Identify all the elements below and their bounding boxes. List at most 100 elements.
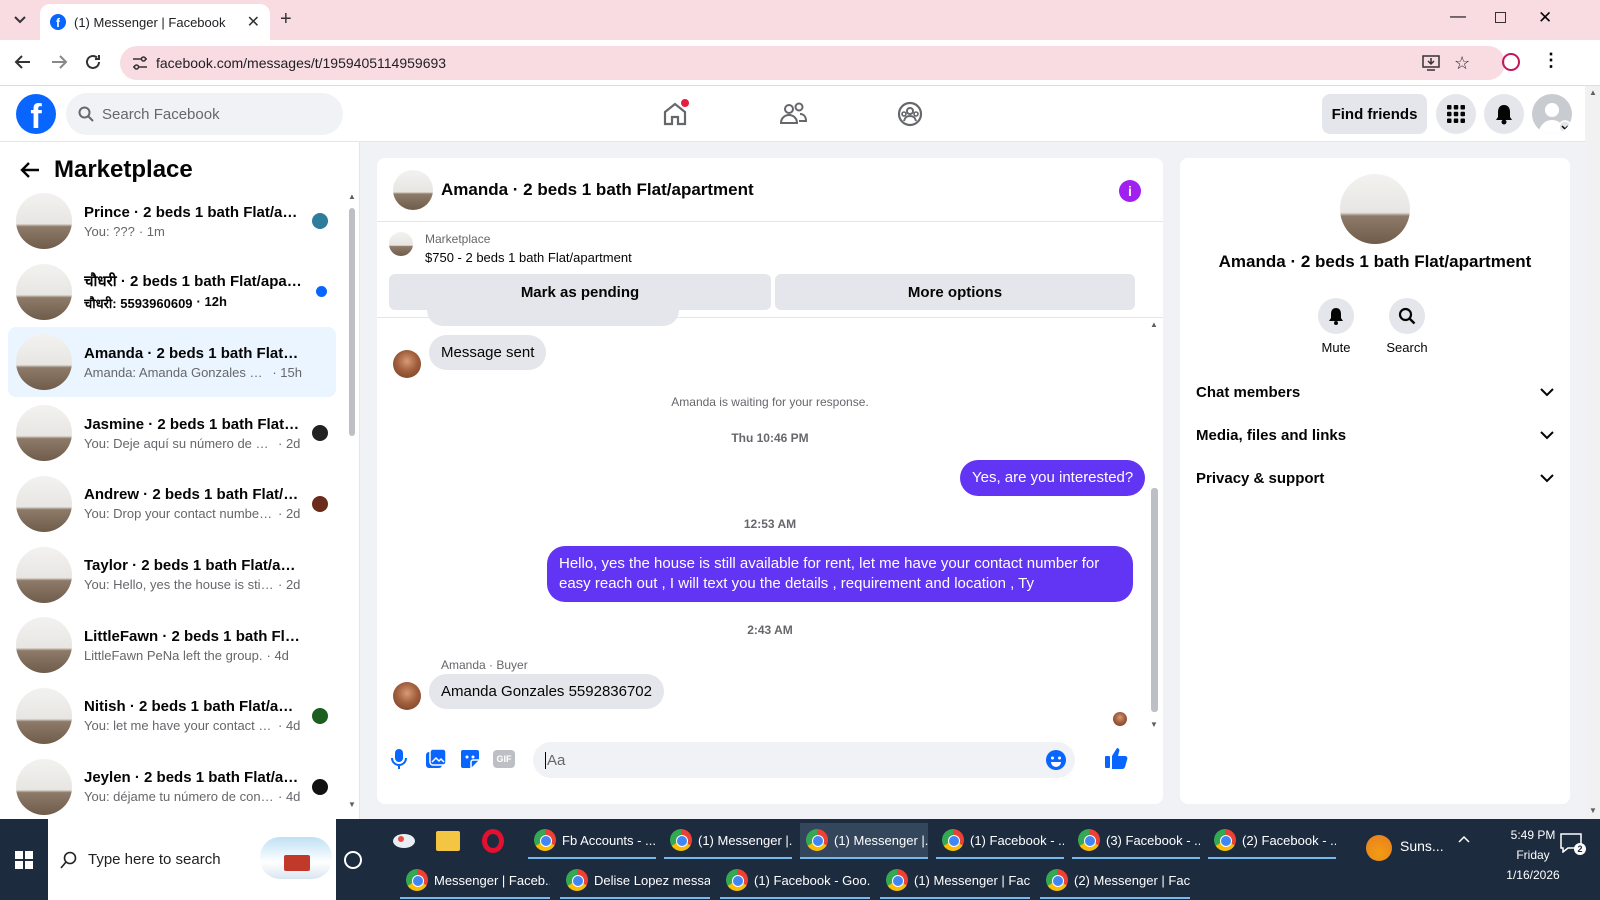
notification-center-icon[interactable]: 2 bbox=[1560, 833, 1586, 855]
conversation-info-icon[interactable]: i bbox=[1119, 180, 1141, 202]
taskbar-app-button[interactable]: (1) Messenger |... bbox=[664, 823, 792, 859]
taskbar-app-button[interactable]: Delise Lopez messa... bbox=[560, 863, 710, 899]
groups-icon[interactable] bbox=[892, 96, 928, 132]
chat-members-section[interactable]: Chat members bbox=[1196, 372, 1554, 412]
chrome-icon bbox=[726, 869, 748, 891]
home-icon[interactable] bbox=[657, 96, 693, 132]
reload-icon[interactable] bbox=[84, 53, 102, 71]
conversation-item[interactable]: Prince · 2 beds 1 bath Flat/apa... You: ?… bbox=[8, 186, 336, 256]
microphone-icon[interactable] bbox=[391, 748, 407, 770]
profile-icon[interactable] bbox=[1502, 53, 1520, 71]
windows-start-icon[interactable] bbox=[15, 851, 33, 869]
chevron-down-icon bbox=[1540, 473, 1554, 482]
taskbar-app-button[interactable]: (1) Messenger |... bbox=[800, 823, 928, 859]
thumbs-up-icon[interactable] bbox=[1104, 746, 1128, 770]
menu-grid-icon[interactable] bbox=[1436, 94, 1476, 134]
weather-text[interactable]: Suns... bbox=[1400, 838, 1444, 854]
conversation-item[interactable]: चौधरी · 2 beds 1 bath Flat/apar... चौधरी:… bbox=[8, 257, 336, 327]
find-friends-button[interactable]: Find friends bbox=[1322, 94, 1427, 134]
listing-small-thumbnail[interactable] bbox=[389, 232, 413, 256]
conversation-item[interactable]: Jeylen · 2 beds 1 bath Flat/apa... You: d… bbox=[8, 752, 336, 819]
bookmark-star-icon[interactable]: ☆ bbox=[1454, 53, 1470, 74]
conversation-time: · 12h bbox=[196, 294, 227, 310]
file-explorer-icon[interactable] bbox=[436, 831, 460, 851]
back-arrow-icon[interactable] bbox=[20, 161, 40, 179]
amanda-avatar[interactable] bbox=[393, 682, 421, 710]
weather-sun-icon[interactable] bbox=[1366, 835, 1392, 861]
mute-button[interactable]: Mute bbox=[1306, 298, 1366, 355]
emoji-icon[interactable] bbox=[1045, 749, 1067, 771]
tab-search-chevron-icon[interactable] bbox=[10, 10, 30, 30]
app-pinned-icon[interactable] bbox=[392, 831, 416, 851]
received-message[interactable]: Message sent bbox=[429, 335, 547, 370]
taskbar-search-input[interactable]: Type here to search bbox=[48, 819, 336, 900]
listing-title[interactable]: $750 - 2 beds 1 bath Flat/apartment bbox=[425, 250, 632, 265]
taskbar-app-button[interactable]: (2) Facebook - ... bbox=[1208, 823, 1336, 859]
taskbar-app-label: Fb Accounts - ... bbox=[562, 832, 656, 848]
more-options-button[interactable]: More options bbox=[775, 274, 1135, 310]
tab-close-icon[interactable]: ✕ bbox=[247, 12, 260, 32]
chat-header: Amanda · 2 beds 1 bath Flat/apartment bbox=[377, 158, 1163, 222]
site-settings-icon[interactable] bbox=[132, 56, 148, 70]
forward-arrow-icon[interactable] bbox=[50, 53, 68, 71]
minimize-window-icon[interactable]: — bbox=[1450, 8, 1466, 26]
taskbar-clock[interactable]: 5:49 PM Friday 1/16/2026 bbox=[1498, 825, 1568, 885]
mark-as-pending-button[interactable]: Mark as pending bbox=[389, 274, 771, 310]
conversation-text: Jeylen · 2 beds 1 bath Flat/apa... You: d… bbox=[84, 769, 302, 804]
taskbar-app-button[interactable]: (1) Messenger | Fac... bbox=[880, 863, 1030, 899]
amanda-avatar[interactable] bbox=[393, 350, 421, 378]
page-scrollbar[interactable]: ▲ ▼ bbox=[1587, 86, 1600, 819]
message-input[interactable]: Aa bbox=[533, 742, 1075, 778]
taskbar-app-button[interactable]: Messenger | Faceb... bbox=[400, 863, 550, 899]
sticker-icon[interactable] bbox=[459, 748, 481, 770]
chat-title[interactable]: Amanda · 2 beds 1 bath Flat/apartment bbox=[441, 180, 754, 200]
opera-icon[interactable] bbox=[482, 829, 504, 853]
conversation-preview: You: let me have your contact n... bbox=[84, 718, 274, 734]
notifications-bell-icon[interactable] bbox=[1484, 94, 1524, 134]
conversation-item[interactable]: Nitish · 2 beds 1 bath Flat/apa... You: l… bbox=[8, 681, 336, 751]
new-tab-plus-icon[interactable]: + bbox=[280, 8, 292, 31]
facebook-search-input[interactable]: Search Facebook bbox=[66, 93, 343, 135]
sent-message[interactable]: Hello, yes the house is still available … bbox=[547, 546, 1133, 602]
conversation-name: Andrew · 2 beds 1 bath Flat/a... bbox=[84, 486, 302, 504]
cortana-icon[interactable] bbox=[344, 851, 362, 869]
restore-window-icon[interactable] bbox=[1495, 12, 1506, 23]
conversation-item[interactable]: LittleFawn · 2 beds 1 bath Flat/a... Litt… bbox=[8, 610, 336, 680]
taskbar-app-label: (1) Facebook - Goo... bbox=[754, 872, 870, 888]
received-message[interactable]: Amanda Gonzales 5592836702 bbox=[429, 674, 664, 709]
chat-scroll-thumb[interactable] bbox=[1151, 488, 1158, 712]
sent-message[interactable]: Yes, are you interested? bbox=[960, 460, 1146, 496]
listing-thumbnail bbox=[16, 263, 72, 320]
listing-photo[interactable] bbox=[1340, 174, 1410, 244]
browser-tab-active[interactable]: f (1) Messenger | Facebook ✕ bbox=[40, 4, 270, 40]
taskbar-app-button[interactable]: (2) Messenger | Fac... bbox=[1040, 863, 1190, 899]
message-composer: GIF Aa bbox=[377, 736, 1163, 804]
taskbar-app-button[interactable]: (1) Facebook - ... bbox=[936, 823, 1064, 859]
taskbar-app-button[interactable]: Fb Accounts - ... bbox=[528, 823, 656, 859]
conversation-list-scroll-thumb[interactable] bbox=[349, 208, 355, 436]
url-field[interactable]: facebook.com/messages/t/1959405114959693… bbox=[120, 46, 1505, 80]
back-arrow-icon[interactable] bbox=[14, 53, 32, 71]
conversation-list-panel: Marketplace Prince · 2 beds 1 bath Flat/… bbox=[0, 142, 360, 819]
privacy-support-section[interactable]: Privacy & support bbox=[1196, 458, 1554, 498]
conversation-item[interactable]: Andrew · 2 beds 1 bath Flat/a... You: Dro… bbox=[8, 469, 336, 539]
gif-icon[interactable]: GIF bbox=[493, 750, 515, 768]
taskbar-app-button[interactable]: (1) Facebook - Goo... bbox=[720, 863, 870, 899]
conversation-item[interactable]: Taylor · 2 beds 1 bath Flat/apart... You:… bbox=[8, 540, 336, 610]
system-tray-chevron-icon[interactable] bbox=[1458, 835, 1470, 843]
friends-icon[interactable] bbox=[775, 96, 811, 132]
media-files-links-section[interactable]: Media, files and links bbox=[1196, 415, 1554, 455]
conversation-time: · 4d bbox=[278, 789, 301, 805]
search-conversation-button[interactable]: Search bbox=[1377, 298, 1437, 355]
taskbar-app-button[interactable]: (3) Facebook - ... bbox=[1072, 823, 1200, 859]
browser-menu-icon[interactable]: ⋮ bbox=[1542, 50, 1560, 71]
conversation-item[interactable]: Amanda · 2 beds 1 bath Flat/apa... Amanda… bbox=[8, 327, 336, 398]
facebook-logo[interactable]: f bbox=[16, 94, 56, 134]
install-app-icon[interactable] bbox=[1422, 55, 1440, 71]
conversation-item[interactable]: Jasmine · 2 beds 1 bath Flat/a... You: De… bbox=[8, 398, 336, 468]
conversation-preview: You: déjame tu número de conta... bbox=[84, 789, 274, 805]
close-window-icon[interactable]: ✕ bbox=[1538, 8, 1552, 28]
listing-thumbnail[interactable] bbox=[393, 169, 433, 210]
account-avatar[interactable] bbox=[1532, 94, 1572, 134]
photo-attach-icon[interactable] bbox=[425, 748, 447, 770]
